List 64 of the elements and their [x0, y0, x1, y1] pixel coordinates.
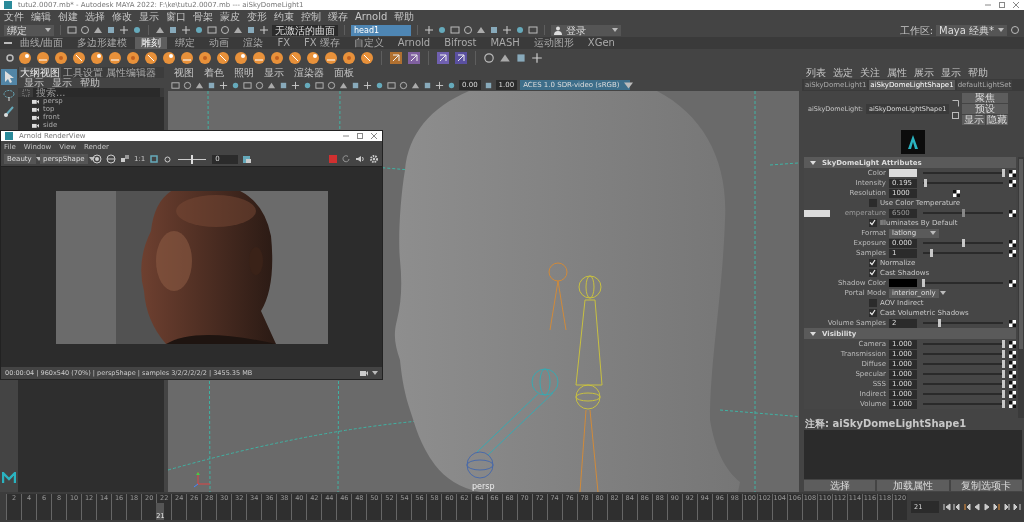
menu-item[interactable]: 窗口	[166, 10, 186, 23]
panel-button[interactable]: 复制选项卡	[950, 480, 1022, 491]
menu-item[interactable]: 显示	[264, 67, 284, 79]
login-dropdown[interactable]: 登录	[551, 24, 621, 36]
shelf-tab[interactable]: FX 缓存	[298, 37, 346, 49]
input-field[interactable]: 无激活的曲面	[272, 24, 338, 36]
menu-item[interactable]: 着色	[204, 67, 224, 79]
menu-item[interactable]: 渲染器	[294, 67, 324, 79]
workspace-label: 工作区:	[899, 24, 933, 36]
menu-item[interactable]: 帮助	[394, 10, 415, 23]
menu-item[interactable]: 创建	[58, 10, 78, 23]
menu-item[interactable]: 帮助	[968, 67, 988, 79]
menu-item[interactable]: 控制	[301, 10, 321, 23]
workspace-dropdown[interactable]: Maya 经典*	[936, 24, 1007, 36]
menu-item[interactable]: Arnold	[355, 10, 388, 23]
hide-button[interactable]: 隐藏	[985, 115, 1009, 125]
menu-item[interactable]: 蒙皮	[220, 10, 240, 23]
shelf-tab[interactable]: Bifrost	[438, 37, 483, 49]
panel-button[interactable]: 选择	[804, 480, 876, 491]
menu-item[interactable]: 变形	[247, 10, 267, 23]
menu-item[interactable]: 显示	[24, 78, 44, 88]
menu-item[interactable]: 关注	[860, 67, 880, 79]
menu-item[interactable]: 显示	[139, 10, 159, 23]
menu-item[interactable]: 约束	[274, 10, 294, 23]
shelf-tab[interactable]: 渲染	[237, 37, 270, 49]
menu-item[interactable]: 面板	[334, 67, 354, 79]
shelf-tab[interactable]: XGen	[581, 37, 621, 49]
search-field[interactable]: 搜索...	[33, 88, 160, 97]
shelf-tab[interactable]: 雕刻	[135, 37, 168, 49]
shelf-tab[interactable]: 曲线/曲面	[14, 37, 70, 49]
menu-item[interactable]: 选定	[833, 67, 853, 79]
panel-button[interactable]: 加载属性	[877, 480, 949, 491]
shelf-tab[interactable]: MASH	[484, 37, 526, 49]
menu-item[interactable]: 文件	[4, 10, 24, 23]
menu-item[interactable]: 选择	[85, 10, 105, 23]
shelf-tab[interactable]: 绑定	[169, 37, 202, 49]
shelf-tab[interactable]: 自定义	[347, 37, 390, 49]
menu-item[interactable]: 显示	[52, 78, 72, 88]
shelf-tab[interactable]: 多边形建模	[71, 37, 134, 49]
panel-tab[interactable]: 工具设置	[62, 67, 104, 78]
menu-item[interactable]: 编辑	[31, 10, 51, 23]
shelf-tab[interactable]: Arnold	[391, 37, 437, 49]
menu-set-dropdown[interactable]: 绑定	[4, 24, 54, 36]
focus-button[interactable]: 聚焦	[962, 93, 1009, 103]
presets-button[interactable]: 预设	[962, 104, 1009, 114]
camera-label: persp	[472, 482, 495, 491]
show-button[interactable]: 显示	[962, 115, 985, 125]
menu-item[interactable]: 展示	[914, 67, 934, 79]
input-field[interactable]: head1	[351, 24, 411, 36]
menu-item[interactable]: 视图	[174, 67, 194, 79]
notes-label: 注释: aiSkyDomeLightShape1	[804, 418, 968, 430]
shelf-tab[interactable]: FX	[271, 37, 296, 49]
menu-item[interactable]: 列表	[806, 67, 826, 79]
menu-item[interactable]: 骨架	[193, 10, 213, 23]
menu-item[interactable]: 修改	[112, 10, 132, 23]
panel-tab[interactable]: 属性编辑器	[105, 67, 157, 78]
menu-item[interactable]: 照明	[234, 67, 254, 79]
shelf-tab[interactable]: 动画	[203, 37, 236, 49]
menu-item[interactable]: 帮助	[80, 78, 100, 88]
menu-item[interactable]: 属性	[887, 67, 907, 79]
menu-item[interactable]: 缓存	[328, 10, 348, 23]
panel-tab[interactable]: 大纲视图	[19, 67, 61, 78]
shelf-tab[interactable]: 运动图形	[527, 37, 580, 49]
menu-item[interactable]: 显示	[941, 67, 961, 79]
